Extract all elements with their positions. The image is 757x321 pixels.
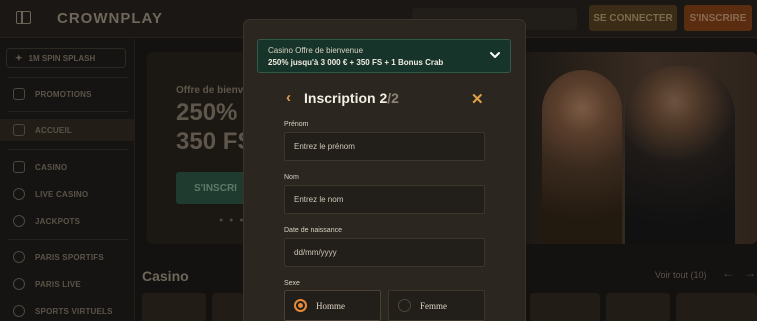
- sidebar-item-live-betting[interactable]: PARIS LIVE: [0, 273, 134, 295]
- back-arrow-icon[interactable]: ‹: [286, 90, 298, 106]
- home-icon: [13, 124, 25, 136]
- game-card[interactable]: [530, 293, 600, 321]
- sidebar-item-virtual-sports[interactable]: SPORTS VIRTUELS: [0, 300, 134, 321]
- birth-date-label: Date de naissance: [284, 227, 342, 234]
- game-card[interactable]: [606, 293, 670, 321]
- radio-unselected-icon[interactable]: [398, 299, 411, 312]
- brand-logo[interactable]: CROWNPLAY: [57, 10, 163, 27]
- sidebar-item-casino[interactable]: CASINO: [0, 156, 134, 178]
- soccer-ball-icon: [13, 251, 25, 263]
- hero-headline-2: 350 FS: [176, 128, 254, 155]
- hero-headline: 250%: [176, 99, 238, 126]
- game-card[interactable]: [676, 293, 757, 321]
- jackpot-icon: [13, 215, 25, 227]
- sidebar-toggle-icon[interactable]: [16, 11, 31, 24]
- divider: [8, 239, 128, 240]
- step-total: /2: [387, 90, 399, 106]
- last-name-label: Nom: [284, 174, 299, 181]
- casino-section-title: Casino: [142, 268, 189, 284]
- signup-button[interactable]: S'INSCRIRE: [684, 5, 752, 31]
- welcome-offer-dropdown[interactable]: Casino Offre de bienvenue 250% jusqu'à 3…: [257, 39, 511, 73]
- hero-image-man: [625, 66, 735, 244]
- game-card[interactable]: [212, 293, 244, 321]
- sidebar: ✦ 1M SPIN SPLASH PROMOTIONS ACCUEIL CASI…: [0, 39, 135, 321]
- payment-logos: ● ● ●: [219, 217, 246, 224]
- first-name-input[interactable]: [284, 132, 485, 161]
- sidebar-item-label: ACCUEIL: [35, 125, 72, 135]
- sidebar-item-label: SPORTS VIRTUELS: [35, 306, 113, 316]
- hero-subtitle: Offre de bienve: [176, 85, 249, 96]
- modal-title: Inscription 2/2: [304, 90, 399, 106]
- sidebar-item-live-casino[interactable]: LIVE CASINO: [0, 183, 134, 205]
- live-dealer-icon: [13, 188, 25, 200]
- first-name-label: Prénom: [284, 121, 309, 128]
- divider: [8, 111, 128, 112]
- sidebar-item-home[interactable]: ACCUEIL: [0, 119, 134, 141]
- sidebar-item-label: JACKPOTS: [35, 216, 81, 226]
- sidebar-item-label: PARIS SPORTIFS: [35, 252, 104, 262]
- sidebar-item-promotions[interactable]: PROMOTIONS: [0, 83, 134, 105]
- sidebar-item-label: LIVE CASINO: [35, 189, 89, 199]
- welcome-offer-title: Casino Offre de bienvenue: [268, 46, 364, 55]
- sidebar-item-jackpots[interactable]: JACKPOTS: [0, 210, 134, 232]
- sidebar-item-label: PROMOTIONS: [35, 89, 92, 99]
- game-card[interactable]: [142, 293, 206, 321]
- divider: [8, 77, 128, 78]
- welcome-offer-text: 250% jusqu'à 3 000 € + 350 FS + 1 Bonus …: [268, 58, 444, 67]
- divider: [8, 149, 128, 150]
- gift-icon: ✦: [15, 52, 23, 63]
- gender-option-female[interactable]: Femme: [388, 290, 485, 321]
- login-button[interactable]: SE CONNECTER: [589, 5, 677, 31]
- see-all-link[interactable]: Voir tout (10): [655, 270, 707, 280]
- hero-image-woman: [542, 70, 622, 244]
- sidebar-promo-label: 1M SPIN SPLASH: [28, 53, 96, 63]
- sidebar-item-label: CASINO: [35, 162, 68, 172]
- last-name-input[interactable]: [284, 185, 485, 214]
- gender-label: Sexe: [284, 280, 300, 287]
- chevron-down-icon[interactable]: [488, 48, 502, 62]
- gender-option-label: Homme: [316, 300, 345, 311]
- close-icon[interactable]: ✕: [471, 90, 485, 108]
- modal-title-text: Inscription: [304, 90, 376, 106]
- sidebar-item-sports-betting[interactable]: PARIS SPORTIFS: [0, 246, 134, 268]
- live-sports-icon: [13, 278, 25, 290]
- carousel-next-icon[interactable]: →: [744, 266, 757, 282]
- virtual-sports-icon: [13, 305, 25, 317]
- gender-option-label: Femme: [420, 300, 447, 311]
- sidebar-item-label: PARIS LIVE: [35, 279, 81, 289]
- gift-icon: [13, 88, 25, 100]
- sidebar-promo-button[interactable]: ✦ 1M SPIN SPLASH: [6, 48, 126, 68]
- slot-machine-icon: [13, 161, 25, 173]
- radio-selected-icon[interactable]: [294, 299, 307, 312]
- gender-option-male[interactable]: Homme: [284, 290, 381, 321]
- birth-date-input[interactable]: [284, 238, 485, 267]
- carousel-prev-icon[interactable]: ←: [722, 266, 736, 282]
